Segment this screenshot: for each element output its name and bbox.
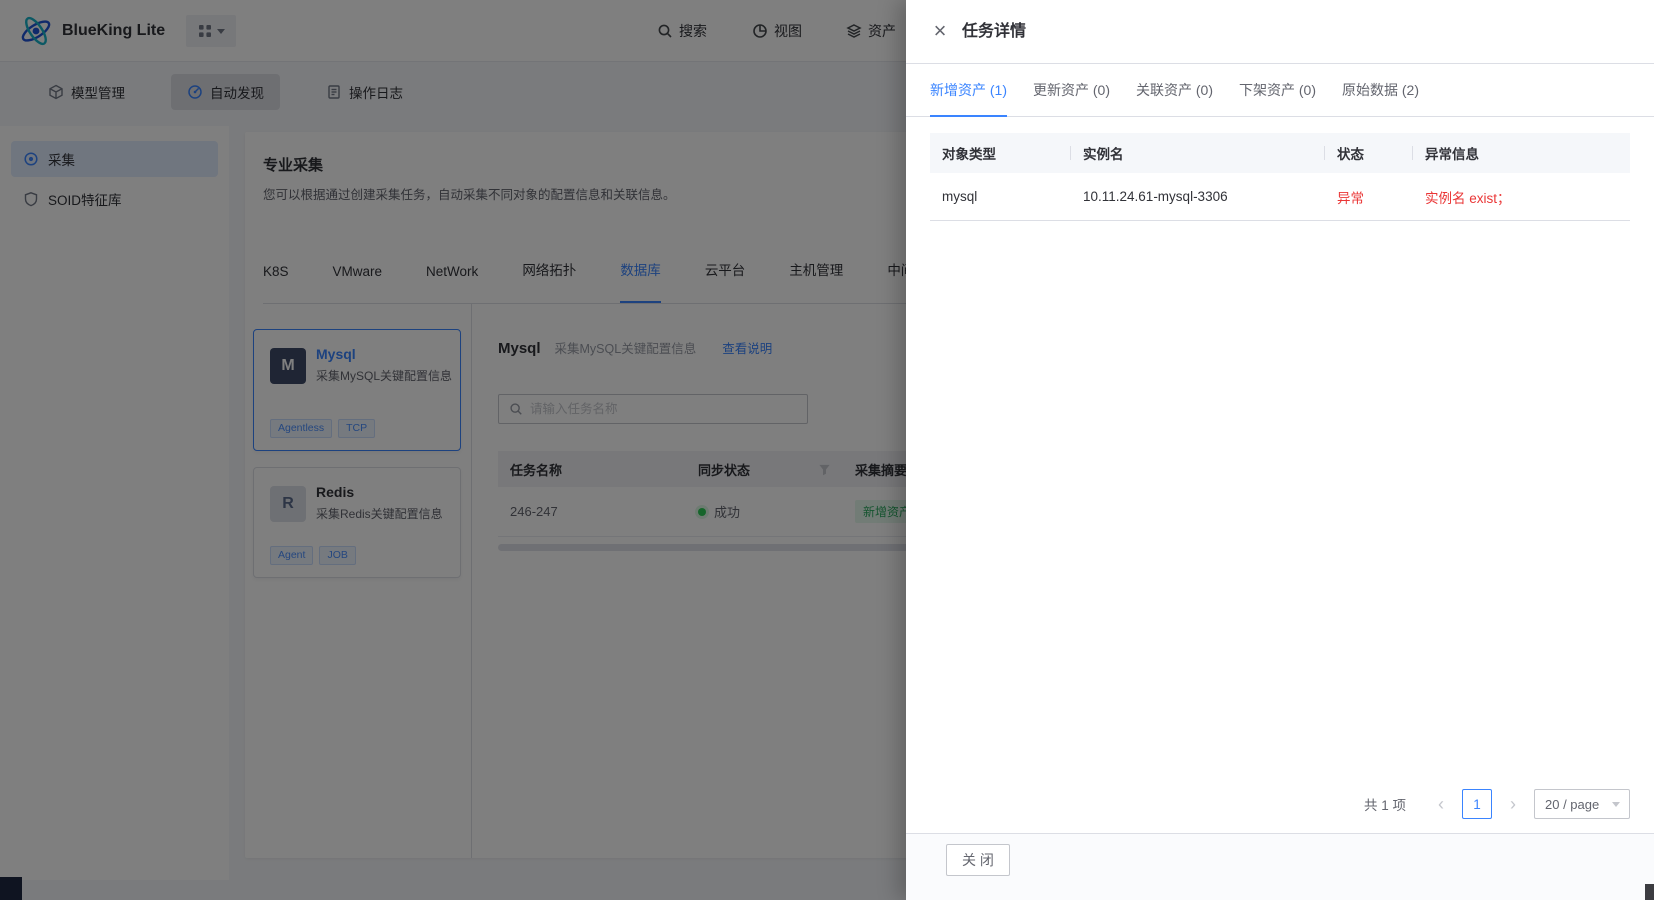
object-type-cell: mysql bbox=[942, 189, 978, 204]
page-corner-artifact bbox=[1645, 884, 1654, 900]
drawer-title: 任务详情 bbox=[962, 23, 1027, 40]
prev-page-icon[interactable]: ‹ bbox=[1428, 790, 1454, 818]
asset-table-row[interactable]: mysql 10.11.24.61-mysql-3306 异常 实例名 exis… bbox=[930, 173, 1630, 221]
instance-name-cell: 10.11.24.61-mysql-3306 bbox=[1083, 189, 1228, 204]
col-object-type: 对象类型 bbox=[930, 133, 1071, 173]
status-cell: 异常 bbox=[1337, 190, 1364, 206]
next-page-icon[interactable]: › bbox=[1500, 790, 1526, 818]
drawer-footer: 关 闭 bbox=[906, 833, 1654, 900]
tab-removed-assets[interactable]: 下架资产 (0) bbox=[1239, 64, 1316, 116]
col-error-info: 异常信息 bbox=[1425, 147, 1479, 162]
assets-table-header: 对象类型 实例名 状态 异常信息 bbox=[930, 133, 1630, 173]
pagination-total: 共 1 项 bbox=[1363, 798, 1406, 813]
modal-overlay[interactable] bbox=[0, 0, 906, 900]
chevron-down-icon bbox=[1612, 801, 1620, 807]
drawer-tabs: 新增资产 (1) 更新资产 (0) 关联资产 (0) 下架资产 (0) 原始数据… bbox=[906, 64, 1654, 117]
assets-table: 对象类型 实例名 状态 异常信息 mysql 10.11.24.61-mysql… bbox=[930, 133, 1630, 221]
page-size-select[interactable]: 20 / page bbox=[1534, 789, 1630, 819]
page-size-value: 20 / page bbox=[1545, 796, 1600, 812]
tab-updated-assets[interactable]: 更新资产 (0) bbox=[1033, 64, 1110, 116]
drawer-header: × 任务详情 bbox=[906, 0, 1654, 64]
close-icon[interactable]: × bbox=[926, 18, 954, 46]
pagination: 共 1 项 ‹ 1 › 20 / page bbox=[1364, 788, 1630, 820]
tab-related-assets[interactable]: 关联资产 (0) bbox=[1136, 64, 1213, 116]
close-button[interactable]: 关 闭 bbox=[946, 844, 1010, 876]
col-instance-name: 实例名 bbox=[1071, 133, 1325, 173]
col-status: 状态 bbox=[1325, 133, 1413, 173]
page-number-button[interactable]: 1 bbox=[1462, 789, 1492, 819]
task-detail-drawer: × 任务详情 新增资产 (1) 更新资产 (0) 关联资产 (0) 下架资产 (… bbox=[906, 0, 1654, 900]
tab-new-assets[interactable]: 新增资产 (1) bbox=[930, 64, 1007, 117]
tab-raw-data[interactable]: 原始数据 (2) bbox=[1342, 64, 1419, 116]
error-info-cell: 实例名 exist； bbox=[1425, 190, 1511, 206]
